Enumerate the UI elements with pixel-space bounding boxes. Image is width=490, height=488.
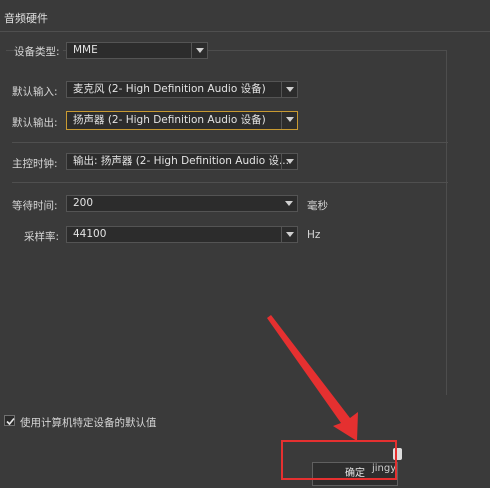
chevron-down-icon[interactable] (281, 82, 297, 97)
latency-select[interactable]: 200 (66, 195, 298, 212)
group-divider (12, 182, 448, 183)
default-output-select[interactable]: 扬声器 (2- High Definition Audio 设备) (66, 111, 298, 130)
chevron-down-icon[interactable] (191, 43, 207, 58)
title-divider (0, 31, 490, 32)
use-defaults-label[interactable]: 使用计算机特定设备的默认值 (20, 415, 157, 430)
sample-rate-select[interactable]: 44100 (66, 226, 298, 243)
watermark-text: jingy (372, 463, 397, 474)
device-type-value: MME (73, 44, 98, 56)
master-clock-value: 输出: 扬声器 (2- High Definition Audio 设... (73, 155, 289, 167)
master-clock-select[interactable]: 输出: 扬声器 (2- High Definition Audio 设... (66, 153, 298, 170)
latency-label: 等待时间: (12, 200, 58, 212)
watermark-logo (393, 448, 402, 460)
default-output-label: 默认输出: (12, 117, 58, 129)
device-type-select[interactable]: MME (66, 42, 208, 59)
default-input-select[interactable]: 麦克风 (2- High Definition Audio 设备) (66, 81, 298, 98)
sample-rate-value: 44100 (73, 228, 107, 240)
default-input-label: 默认输入: (12, 86, 58, 98)
default-input-value: 麦克风 (2- High Definition Audio 设备) (73, 83, 266, 95)
latency-unit: 毫秒 (307, 200, 328, 212)
use-defaults-checkbox[interactable] (4, 415, 15, 426)
group-divider (12, 142, 448, 143)
latency-value: 200 (73, 197, 94, 209)
chevron-down-icon[interactable] (281, 227, 297, 242)
chevron-down-icon[interactable] (281, 112, 297, 129)
audio-hardware-group (6, 50, 447, 395)
master-clock-label: 主控时钟: (12, 158, 58, 170)
sample-rate-unit: Hz (307, 229, 321, 241)
chevron-down-icon[interactable] (281, 196, 297, 211)
chevron-down-icon[interactable] (281, 154, 297, 169)
section-title: 音频硬件 (4, 12, 48, 25)
device-type-label: 设备类型: (14, 44, 63, 59)
checkmark-icon (6, 417, 15, 426)
sample-rate-label: 采样率: (24, 231, 60, 243)
default-output-value: 扬声器 (2- High Definition Audio 设备) (73, 114, 266, 126)
